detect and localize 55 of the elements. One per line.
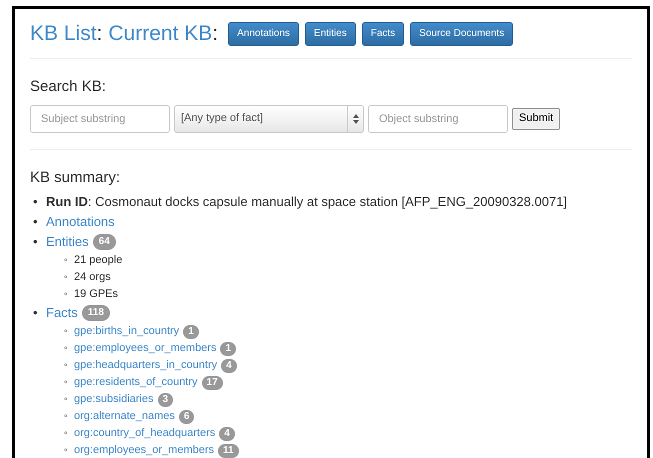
fact-type-link[interactable]: gpe:residents_of_country bbox=[74, 374, 198, 391]
count-badge: 17 bbox=[202, 376, 223, 390]
summary-title: KB summary: bbox=[30, 168, 122, 188]
updown-icon bbox=[352, 114, 358, 124]
fact-type-link[interactable]: org:alternate_names bbox=[74, 408, 175, 425]
count-badge: 3 bbox=[158, 392, 174, 406]
run-id-text: Run ID: Cosmonaut docks capsule manually at space station [AFP_ENG_20090328.0071] bbox=[46, 193, 568, 211]
current-kb-link[interactable]: Current KB bbox=[108, 18, 212, 50]
subject-field[interactable]: Subject substring bbox=[30, 104, 170, 132]
fact-type-select[interactable]: [Any type of fact] bbox=[174, 104, 364, 132]
annotations-link[interactable]: Annotations bbox=[46, 212, 115, 232]
entity-count-text: 21 people bbox=[74, 253, 122, 268]
bullet: • bbox=[33, 213, 39, 231]
separator: : bbox=[96, 20, 102, 47]
bullet: ◦ bbox=[64, 342, 69, 356]
bullet: ◦ bbox=[64, 254, 69, 268]
entity-count-text: 19 GPEs bbox=[74, 287, 118, 302]
bullet: ◦ bbox=[64, 444, 69, 458]
bullet: ◦ bbox=[64, 359, 69, 373]
kb-list-link[interactable]: KB List bbox=[30, 18, 97, 50]
bullet: • bbox=[33, 193, 39, 211]
fact-type-link[interactable]: org:country_of_headquarters bbox=[74, 425, 216, 442]
fact-type-link[interactable]: gpe:subsidiaries bbox=[74, 391, 154, 408]
count-badge: 1 bbox=[183, 324, 199, 338]
nav-button[interactable]: Entities bbox=[304, 22, 356, 46]
nav-button[interactable]: Annotations bbox=[228, 22, 299, 46]
count-badge: 64 bbox=[92, 234, 116, 250]
count-badge: 6 bbox=[178, 410, 194, 424]
bullet: ◦ bbox=[64, 288, 69, 302]
fact-type-link[interactable]: gpe:births_in_country bbox=[74, 323, 180, 340]
count-badge: 118 bbox=[82, 305, 110, 321]
entities-link[interactable]: Entities bbox=[46, 232, 89, 252]
count-badge: 11 bbox=[218, 444, 239, 458]
bullet: ◦ bbox=[64, 393, 69, 407]
bullet: ◦ bbox=[64, 325, 69, 339]
count-badge: 1 bbox=[220, 342, 236, 356]
object-field[interactable]: Object substring bbox=[368, 104, 508, 132]
bullet: ◦ bbox=[64, 427, 69, 441]
fact-type-link[interactable]: gpe:headquarters_in_country bbox=[74, 357, 218, 374]
separator: : bbox=[212, 20, 218, 47]
fact-type-link[interactable]: org:employees_or_members bbox=[74, 442, 214, 458]
count-badge: 4 bbox=[221, 358, 237, 372]
bullet: ◦ bbox=[64, 271, 69, 285]
bullet: • bbox=[33, 304, 39, 322]
bullet: ◦ bbox=[64, 376, 69, 390]
bullet: • bbox=[33, 233, 39, 251]
submit-button[interactable]: Submit bbox=[512, 108, 560, 130]
count-badge: 4 bbox=[219, 426, 235, 440]
nav-button[interactable]: Source Documents bbox=[410, 22, 514, 46]
fact-type-link[interactable]: gpe:employees_or_members bbox=[74, 340, 216, 357]
entity-count-text: 24 orgs bbox=[74, 270, 111, 285]
bullet: ◦ bbox=[64, 410, 69, 424]
facts-link[interactable]: Facts bbox=[46, 303, 78, 323]
nav-button[interactable]: Facts bbox=[362, 22, 404, 46]
search-title: Search KB: bbox=[30, 77, 107, 97]
